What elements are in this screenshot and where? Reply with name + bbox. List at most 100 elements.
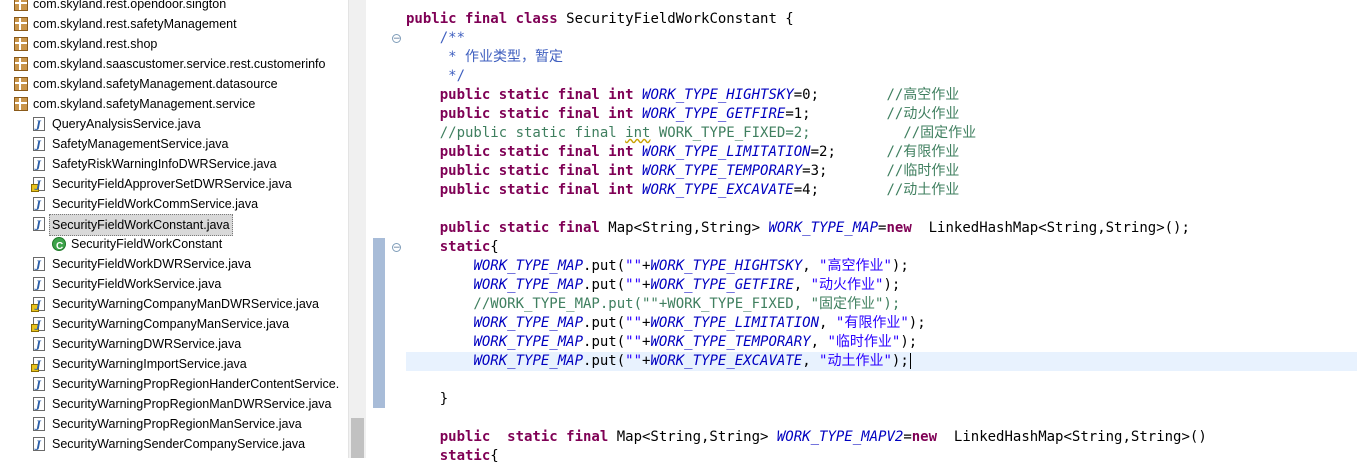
code-token: WORK_TYPE_MAP <box>473 353 584 369</box>
code-line[interactable]: //public static final int WORK_TYPE_FIXE… <box>406 124 976 143</box>
code-token: public static final int <box>406 163 643 179</box>
tree-item-label: com.skyland.rest.opendoor.sington <box>33 0 227 11</box>
code-line[interactable]: WORK_TYPE_MAP.put(""+WORK_TYPE_GETFIRE, … <box>406 276 900 295</box>
code-token: LinkedHashMap<String,String>(); <box>911 220 1190 236</box>
java-file-icon <box>33 376 45 396</box>
tree-item-label: com.skyland.saascustomer.service.rest.cu… <box>33 57 326 71</box>
code-token: //有限作业 <box>886 144 960 160</box>
code-line[interactable]: //WORK_TYPE_MAP.put(""+WORK_TYPE_FIXED, … <box>406 295 900 314</box>
code-token: , <box>810 334 828 350</box>
code-line[interactable]: public final class SecurityFieldWorkCons… <box>406 10 794 29</box>
code-line[interactable]: * 作业类型，暂定 <box>406 48 563 67</box>
quick-diff-change-bar <box>373 238 385 408</box>
code-token: .put( <box>583 353 626 369</box>
tree-item-label: SecurityFieldWorkCommService.java <box>52 197 259 211</box>
code-token: .put( <box>583 258 626 274</box>
code-token: //高空作业 <box>886 87 960 103</box>
java-file-icon <box>33 216 45 236</box>
code-token: /** <box>406 30 466 46</box>
code-token: static <box>406 448 491 464</box>
code-line[interactable]: static{ <box>406 238 499 257</box>
code-token: .put( <box>583 315 626 331</box>
tree-item-label: SecurityFieldWorkService.java <box>52 277 222 291</box>
code-line[interactable]: public static final int WORK_TYPE_TEMPOR… <box>406 162 960 181</box>
code-token: ); <box>891 258 909 274</box>
code-token: public static final int <box>406 144 643 160</box>
code-token: WORK_TYPE_LIMITATION <box>650 315 820 331</box>
code-token: WORK_TYPE_MAPV2 <box>776 429 904 445</box>
java-file-icon <box>33 156 45 176</box>
code-line[interactable]: public static final int WORK_TYPE_LIMITA… <box>406 143 960 162</box>
code-line[interactable]: WORK_TYPE_MAP.put(""+WORK_TYPE_TEMPORARY… <box>406 333 917 352</box>
code-token: WORK_TYPE_EXCAVATE <box>642 182 794 198</box>
code-token: =3; <box>802 163 887 179</box>
tree-item-label: com.skyland.rest.shop <box>33 37 158 51</box>
code-line[interactable]: public static final Map<String,String> W… <box>406 428 1207 447</box>
fold-toggle-icon[interactable]: − <box>392 34 401 44</box>
code-token: "" <box>625 277 643 293</box>
code-token: =0; <box>793 87 887 103</box>
code-token: "" <box>625 353 643 369</box>
tree-item-label: QueryAnalysisService.java <box>52 117 201 131</box>
java-file-icon <box>33 336 45 356</box>
tree-item-label: SecurityWarningSenderCompanyService.java <box>52 437 306 451</box>
code-token: ); <box>908 315 926 331</box>
tree-item-label: com.skyland.safetyManagement.datasource <box>33 77 278 91</box>
code-line[interactable]: /** <box>406 29 465 48</box>
code-line[interactable]: WORK_TYPE_MAP.put(""+WORK_TYPE_EXCAVATE,… <box>406 352 911 371</box>
code-editor[interactable]: public final class SecurityFieldWorkCons… <box>368 0 1357 464</box>
code-token: "有限作业" <box>835 315 909 331</box>
code-token: =4; <box>793 182 887 198</box>
java-file-icon <box>33 436 45 456</box>
java-file-icon <box>33 136 45 156</box>
code-token: WORK_TYPE_MAP <box>473 315 584 331</box>
fold-toggle-icon[interactable]: − <box>392 243 401 253</box>
explorer-scrollbar-thumb[interactable] <box>351 418 364 458</box>
text-caret <box>909 353 911 369</box>
code-line[interactable]: WORK_TYPE_MAP.put(""+WORK_TYPE_LIMITATIO… <box>406 314 926 333</box>
code-token: "" <box>625 258 643 274</box>
tree-item-label: SecurityWarningPropRegionHanderContentSe… <box>52 377 340 391</box>
code-token: //动火作业 <box>886 106 960 122</box>
tree-item-label: com.skyland.rest.safetyManagement <box>33 17 237 31</box>
code-line[interactable]: public static final int WORK_TYPE_GETFIR… <box>406 105 960 124</box>
package-icon <box>14 77 28 91</box>
code-line[interactable]: WORK_TYPE_MAP.put(""+WORK_TYPE_HIGHTSKY,… <box>406 257 909 276</box>
code-line[interactable]: public static final int WORK_TYPE_HIGHTS… <box>406 86 960 105</box>
code-token: .put( <box>583 277 626 293</box>
code-line[interactable]: static{ <box>406 447 499 466</box>
code-token: public static final int <box>406 182 643 198</box>
code-line[interactable]: */ <box>406 67 465 86</box>
code-token: } <box>406 391 449 407</box>
java-file-warning-icon <box>31 296 45 316</box>
java-file-icon <box>33 196 45 216</box>
code-token: { <box>490 239 499 255</box>
code-token: , <box>793 277 811 293</box>
code-line[interactable]: } <box>406 390 448 409</box>
code-token: = <box>903 429 912 445</box>
code-token: //WORK_TYPE_MAP.put(""+WORK_TYPE_FIXED, … <box>406 296 901 312</box>
code-token: WORK_TYPE_MAP <box>473 258 584 274</box>
tree-item-label: SecurityFieldWorkConstant.java <box>49 214 233 236</box>
tree-item-label: SecurityWarningPropRegionManService.java <box>52 417 302 431</box>
tree-item-label: SafetyRiskWarningInfoDWRService.java <box>52 157 277 171</box>
code-token: public static final int <box>406 106 643 122</box>
tree-item-label: SecurityWarningImportService.java <box>52 357 247 371</box>
code-token: Map<String,String> <box>616 429 777 445</box>
java-file-warning-icon <box>31 316 45 336</box>
package-icon <box>14 0 28 11</box>
code-token: ); <box>900 334 918 350</box>
code-token: ); <box>883 277 901 293</box>
editor-ruler <box>368 0 388 458</box>
code-line[interactable]: public static final Map<String,String> W… <box>406 219 1190 238</box>
explorer-scrollbar[interactable] <box>348 0 366 458</box>
code-token: "动土作业" <box>819 353 892 369</box>
code-token: WORK_TYPE_HIGHTSKY <box>650 258 803 274</box>
tree-item-label: SecurityWarningCompanyManDWRService.java <box>52 297 319 311</box>
code-line[interactable]: public static final int WORK_TYPE_EXCAVA… <box>406 181 960 200</box>
tree-item-label: SecurityFieldApproverSetDWRService.java <box>52 177 292 191</box>
